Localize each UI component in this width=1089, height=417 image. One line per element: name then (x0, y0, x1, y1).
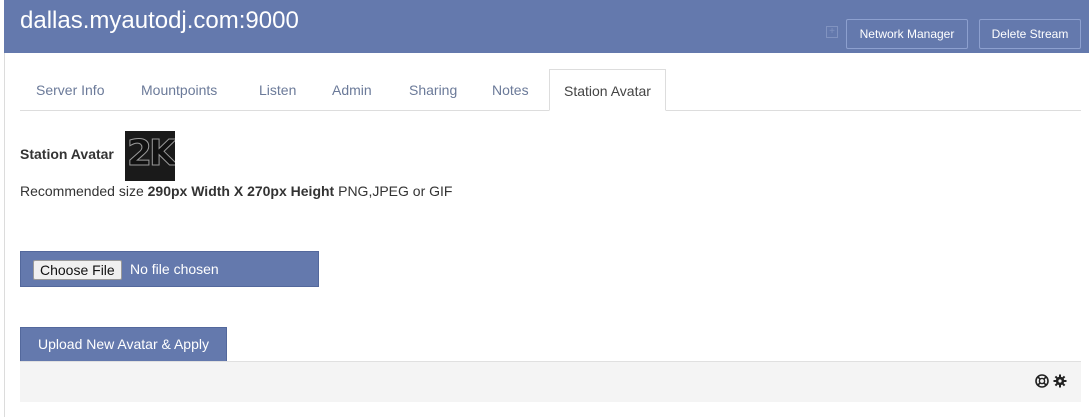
file-status: No file chosen (130, 261, 219, 277)
tab-bar: Server Info Mountpoints Listen Admin Sha… (20, 69, 1081, 111)
station-avatar-image: 2K (125, 131, 175, 181)
tab-admin[interactable]: Admin (332, 69, 372, 111)
page-title: dallas.myautodj.com:9000 (20, 7, 299, 34)
rec-size: 290px Width X 270px Height (147, 183, 335, 199)
file-input-box[interactable]: Choose File No file chosen (20, 251, 319, 287)
tab-notes[interactable]: Notes (492, 69, 529, 111)
tab-station-avatar[interactable]: Station Avatar (549, 69, 666, 111)
tab-mountpoints[interactable]: Mountpoints (141, 69, 217, 111)
content-border (4, 53, 5, 417)
footer-toolbar (20, 361, 1081, 402)
upload-avatar-button[interactable]: Upload New Avatar & Apply (20, 327, 227, 362)
lifebuoy-icon[interactable] (1035, 374, 1049, 388)
delete-stream-button[interactable]: Delete Stream (979, 19, 1081, 49)
station-avatar-label: Station Avatar (20, 146, 114, 162)
rec-suffix: PNG,JPEG or GIF (334, 183, 453, 199)
choose-file-button[interactable]: Choose File (33, 260, 122, 280)
plus-icon[interactable]: + (826, 26, 838, 38)
tab-listen[interactable]: Listen (259, 69, 296, 111)
network-manager-button[interactable]: Network Manager (846, 19, 968, 49)
recommended-size-text: Recommended size 290px Width X 270px Hei… (20, 183, 452, 199)
tab-sharing[interactable]: Sharing (409, 69, 457, 111)
gear-icon[interactable] (1053, 374, 1067, 388)
page-header: dallas.myautodj.com:9000 + Network Manag… (4, 0, 1089, 53)
tab-server-info[interactable]: Server Info (36, 69, 104, 111)
rec-prefix: Recommended size (20, 183, 148, 199)
avatar-logo-text: 2K (127, 133, 175, 175)
